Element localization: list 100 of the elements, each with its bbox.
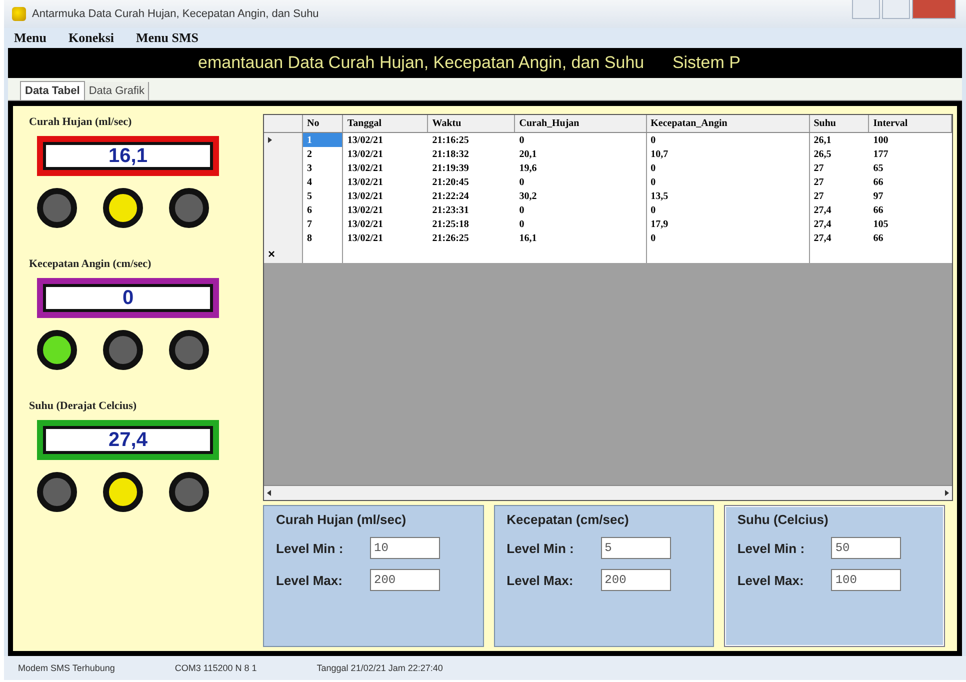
- table-cell: 21:22:24: [428, 189, 515, 203]
- status-text: Modem SMS Terhubung: [18, 663, 115, 673]
- table-cell: 66: [868, 231, 952, 245]
- table-cell: 13/02/21: [342, 161, 428, 175]
- gauge-label: Kecepatan Angin (cm/sec): [29, 258, 152, 270]
- table-cell: 13/02/21: [342, 132, 428, 147]
- table-cell: 0: [646, 203, 810, 217]
- table-cell: 19,6: [514, 161, 646, 175]
- table-cell: 21:23:31: [428, 203, 515, 217]
- table-cell: 20,1: [514, 147, 646, 161]
- table-cell: 21:19:39: [428, 161, 515, 175]
- table-cell: 7: [302, 217, 343, 231]
- tab[interactable]: Data Tabel: [20, 81, 85, 100]
- panel-title: Curah Hujan (ml/sec): [276, 512, 408, 527]
- window-title: Antarmuka Data Curah Hujan, Kecepatan Angin, dan Suhu: [32, 8, 320, 20]
- table-cell: 177: [868, 147, 952, 161]
- table-cell: 0: [646, 231, 810, 245]
- table-cell: 26,1: [809, 132, 869, 147]
- menu-item[interactable]: Menu SMS: [136, 30, 198, 46]
- table-cell: 27: [809, 189, 869, 203]
- gauge-label: Suhu (Derajat Celcius): [29, 400, 138, 412]
- table-cell: 0: [646, 161, 810, 175]
- input-field[interactable]: 10: [370, 537, 440, 559]
- table-cell: 2: [302, 147, 343, 161]
- table-cell: 16,1: [514, 231, 646, 245]
- scroll-left-icon[interactable]: [267, 490, 271, 496]
- input-field[interactable]: 200: [370, 569, 440, 591]
- table-cell: 13/02/21: [342, 217, 428, 231]
- table-cell: 4: [302, 175, 343, 189]
- table-cell: 13,5: [646, 189, 810, 203]
- table-cell: 13/02/21: [342, 147, 428, 161]
- maximize-button[interactable]: [882, 0, 910, 19]
- table-cell: 3: [302, 161, 343, 175]
- table-cell: 17,9: [646, 217, 810, 231]
- table-cell: 100: [868, 132, 952, 147]
- table-cell: 65: [868, 161, 952, 175]
- table-cell: 13/02/21: [342, 231, 428, 245]
- close-button[interactable]: [912, 0, 956, 19]
- table-cell: 6: [302, 203, 343, 217]
- column-header[interactable]: Kecepatan_Angin: [646, 115, 810, 132]
- table-cell: 21:26:25: [428, 231, 515, 245]
- table-cell: 66: [868, 203, 952, 217]
- table-cell: 27,4: [809, 217, 869, 231]
- table-cell: 1: [302, 132, 343, 147]
- input-field[interactable]: 5: [600, 537, 671, 559]
- field-label: Level Min :: [506, 540, 575, 556]
- table-cell: 0: [514, 132, 646, 147]
- panel-title: Suhu (Celcius): [737, 512, 830, 527]
- table-cell: 27: [809, 175, 869, 189]
- table-cell: 30,2: [514, 189, 646, 203]
- column-header[interactable]: Tanggal: [342, 115, 428, 132]
- column-header[interactable]: No: [302, 115, 343, 132]
- table-cell: 21:25:18: [428, 217, 515, 231]
- banner-text: emantauan Data Curah Hujan, Kecepatan Angin, dan Suhu Sistem P: [198, 53, 740, 73]
- table-cell: 21:16:25: [428, 132, 515, 147]
- new-row-icon: ×: [268, 247, 276, 261]
- horizontal-scrollbar[interactable]: [264, 485, 952, 500]
- table-cell: 13/02/21: [342, 203, 428, 217]
- gauge-value: 27,4: [108, 428, 148, 452]
- status-text: COM3 115200 N 8 1: [174, 663, 257, 673]
- column-header[interactable]: Waktu: [428, 115, 515, 132]
- table-cell: 0: [646, 132, 810, 147]
- table-cell: 13/02/21: [342, 189, 428, 203]
- table-cell: 0: [646, 175, 810, 189]
- field-label: Level Max:: [276, 572, 344, 588]
- minimize-button[interactable]: [852, 0, 880, 19]
- column-header[interactable]: Suhu: [809, 115, 869, 132]
- panel-title: Kecepatan (cm/sec): [506, 512, 630, 527]
- table-cell: 13/02/21: [342, 175, 428, 189]
- table-cell: 105: [868, 217, 952, 231]
- table-cell: 10,7: [646, 147, 810, 161]
- field-label: Level Max:: [506, 572, 574, 588]
- scroll-right-icon[interactable]: [945, 490, 949, 496]
- column-header[interactable]: Curah_Hujan: [514, 115, 646, 132]
- table-cell: 97: [868, 189, 952, 203]
- table-cell: 8: [302, 231, 343, 245]
- table-cell: 5: [302, 189, 343, 203]
- table-cell: 27,4: [809, 231, 869, 245]
- table-cell: 27: [809, 161, 869, 175]
- table-cell: 21:20:45: [428, 175, 515, 189]
- menu-item[interactable]: Menu: [14, 30, 46, 46]
- field-label: Level Min :: [276, 540, 344, 556]
- tab[interactable]: Data Grafik: [84, 82, 150, 100]
- table-cell: 0: [514, 203, 646, 217]
- table-cell: 0: [514, 217, 646, 231]
- table-cell: 26,5: [809, 147, 869, 161]
- table-cell: 27,4: [809, 203, 869, 217]
- field-label: Level Max:: [737, 572, 805, 588]
- column-header[interactable]: Interval: [868, 115, 952, 132]
- input-field[interactable]: 50: [831, 537, 902, 559]
- table-cell: 66: [868, 175, 952, 189]
- row-pointer-icon: [268, 136, 272, 142]
- status-text: Tanggal 21/02/21 Jam 22:27:40: [316, 663, 443, 673]
- input-field[interactable]: 200: [600, 569, 671, 591]
- table-cell: 21:18:32: [428, 147, 515, 161]
- gauge-label: Curah Hujan (ml/sec): [29, 116, 133, 128]
- input-field[interactable]: 100: [831, 569, 902, 591]
- menu-item[interactable]: Koneksi: [68, 30, 114, 46]
- app-icon: [12, 7, 26, 21]
- field-label: Level Min :: [737, 540, 806, 556]
